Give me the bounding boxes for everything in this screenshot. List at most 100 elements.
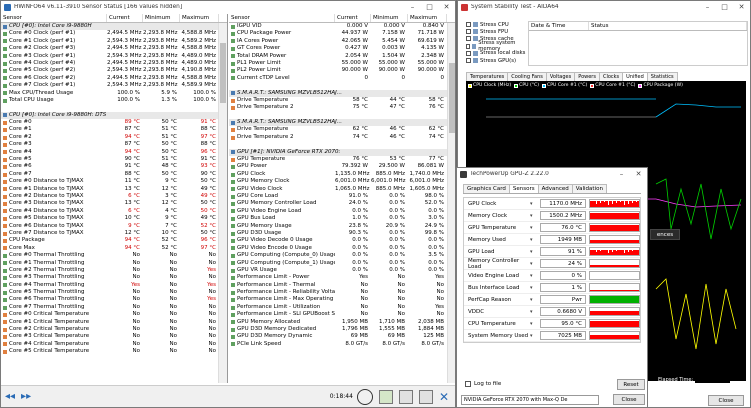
minimize-icon[interactable]: – (404, 3, 421, 11)
sensor-row[interactable]: PL1 Power Limit 55.000 W 55.000 W 55.000 W (229, 60, 455, 67)
dropdown-icon[interactable]: ▾ (530, 333, 540, 339)
gpuz-tab[interactable]: Advanced (537, 184, 573, 193)
gpuz-sensor-row[interactable]: Memory Used ▾ 1949 MB (464, 234, 640, 246)
sensor-row[interactable]: Core #1 Distance to TjMAX 13 °C 12 °C 49 °C (1, 186, 227, 193)
dropdown-icon[interactable]: ▾ (530, 273, 540, 279)
col-minimum-r[interactable]: Minimum (371, 14, 408, 22)
close-x-icon[interactable]: ✕ (439, 390, 449, 404)
sensor-row[interactable]: Performance Limit - Utilization No No Yes (229, 304, 455, 311)
aida-tab[interactable]: Voltages (545, 72, 576, 81)
sensor-row[interactable]: Core #2 94 °C 51 °C 97 °C (1, 134, 227, 141)
sensor-row[interactable]: Core #3 Critical Temperature No No No (1, 333, 227, 340)
sensor-row[interactable]: CPU Package Power 44.937 W 7.158 W 71.718 W (229, 30, 455, 37)
dropdown-icon[interactable]: ▾ (530, 285, 540, 291)
sensor-row[interactable]: Core #5 90 °C 51 °C 91 °C (1, 156, 227, 163)
sensor-row[interactable]: Core #7 Thermal Throttling No No No (1, 304, 227, 311)
sensor-row[interactable]: Core #4 94 °C 50 °C 96 °C (1, 149, 227, 156)
stress-option[interactable]: Stress FPU (466, 28, 526, 35)
legend-item[interactable]: CPU Clock (MHz) (468, 83, 511, 88)
sensor-row[interactable]: Core #6 Clock (perf #2) 2,494.5 MHz 2,293.… (1, 75, 227, 82)
settings-icon[interactable] (418, 389, 433, 404)
sensor-row[interactable]: Core #4 Thermal Throttling Yes No Yes (1, 282, 227, 289)
stress-checkbox[interactable] (466, 58, 471, 64)
legend-item[interactable]: CPU Core #1 (°C) (542, 83, 587, 88)
sensor-row[interactable]: Core #4 Distance to TjMAX 6 °C 4 °C 50 °C (1, 208, 227, 215)
gpuz-sensor-row[interactable]: GPU Clock ▾ 1170.0 MHz (464, 198, 640, 210)
card-select[interactable]: NVIDIA GeForce RTX 2070 with Max-Q De (461, 395, 599, 405)
sensor-group-header[interactable]: CPU [#0]: Intel Core i9-9880H (1, 23, 227, 31)
stress-checkbox[interactable] (466, 43, 471, 49)
gpuz-tab[interactable]: Sensors (508, 184, 539, 193)
sensor-row[interactable]: GPU Video Engine Load 0.0 % 0.0 % 0.0 % (229, 208, 455, 215)
clock-icon[interactable] (356, 388, 373, 405)
stress-option[interactable]: Stress GPU(s) (466, 57, 526, 64)
dropdown-icon[interactable]: ▾ (530, 249, 540, 255)
gpuz-sensor-row[interactable]: System Memory Used ▾ 7025 MB (464, 330, 640, 342)
gpuz-sensor-row[interactable]: Video Engine Load ▾ 0 % (464, 270, 640, 282)
sensor-row[interactable]: Drive Temperature 2 75 °C 47 °C 76 °C (229, 104, 455, 111)
aida-minimize-icon[interactable]: – (699, 3, 716, 11)
sensor-row[interactable]: Performance Limit - Power Yes No Yes (229, 274, 455, 281)
sensor-row[interactable]: Core #0 89 °C 50 °C 91 °C (1, 119, 227, 126)
sensor-group-header[interactable]: CPU [#0]: Intel Core i9-9880H: DTS (1, 111, 227, 120)
gpuz-close-button[interactable]: Close (613, 394, 645, 405)
partial-prefs-button[interactable]: ences (650, 229, 680, 240)
sensor-row[interactable]: Core #2 Thermal Throttling No No Yes (1, 267, 227, 274)
legend-item[interactable]: CPU (°C) (514, 83, 539, 88)
dropdown-icon[interactable]: ▾ (530, 201, 540, 207)
dropdown-icon[interactable]: ▾ (530, 309, 540, 315)
sensor-row[interactable]: GPU Video Decode 0 Usage 0.0 % 0.0 % 0.0 % (229, 237, 455, 244)
gpuz-sensor-row[interactable]: CPU Temperature ▾ 95.0 °C (464, 318, 640, 330)
aida-tab[interactable]: Clocks (598, 72, 624, 81)
aida-titlebar[interactable]: System Stability Test - AIDA64 – □ ✕ (458, 1, 750, 13)
gpuz-reset-button[interactable]: Reset (617, 379, 645, 390)
sensor-row[interactable]: GPU Bus Load 1.0 % 0.0 % 3.0 % (229, 215, 455, 222)
sensor-row[interactable]: Core #5 Clock (perf #2) 2,594.3 MHz 2,293.… (1, 67, 227, 74)
aida-maximize-icon[interactable]: □ (716, 3, 733, 11)
sensor-row[interactable]: GPU D3D Memory Dedicated 1,796 MB 1,555 MB… (229, 326, 455, 333)
export-icon[interactable] (378, 389, 393, 404)
log-checkbox[interactable] (465, 381, 471, 387)
col-current[interactable]: Current (107, 14, 143, 22)
sensor-group-header[interactable]: S.M.A.R.T.: SAMSUNG MZVLB512HAJ... (229, 119, 455, 127)
right-scrollbar[interactable] (447, 23, 455, 383)
sensor-row[interactable]: Core #5 Critical Temperature No No No (1, 348, 227, 355)
sensor-row[interactable]: Core #4 Critical Temperature No No No (1, 341, 227, 348)
sensor-row[interactable]: CPU Package 94 °C 52 °C 96 °C (1, 237, 227, 244)
sensor-row[interactable]: Core #1 Clock (perf #1) 2,594.3 MHz 2,293.… (1, 38, 227, 45)
sensor-row[interactable]: GPU Memory Controller Load 24.0 % 0.0 % 52.… (229, 200, 455, 207)
gpuz-sensor-row[interactable]: Memory Controller Load ▾ 24 % (464, 258, 640, 270)
sensor-row[interactable]: Total DRAM Power 2.054 W 1.504 W 2.348 W (229, 53, 455, 60)
sensor-row[interactable]: Core #3 Thermal Throttling No No No (1, 274, 227, 281)
sensor-row[interactable]: Core #3 Distance to TjMAX 13 °C 12 °C 50 °C (1, 200, 227, 207)
gpuz-sensor-row[interactable]: VDDC ▾ 0.6680 V (464, 306, 640, 318)
aida-tab[interactable]: Cooling Fans (507, 72, 547, 81)
reset-icon[interactable] (398, 389, 413, 404)
aida-close-button[interactable]: Close (708, 395, 744, 406)
sensor-row[interactable]: Performance Limit - SLI GPUBoost Sy... No… (229, 311, 455, 318)
sensor-row[interactable]: GPU Computing (Compute_1) Usage 0.0 % 0.0 … (229, 260, 455, 267)
sensor-row[interactable]: GPU Memory Allocated 1,950 MB 1,710 MB 2,03… (229, 319, 455, 326)
sensor-row[interactable]: Core #7 Clock (perf #1) 2,594.3 MHz 2,293.… (1, 82, 227, 89)
sensor-row[interactable]: GPU Computing (Compute_0) Usage 0.0 % 0.0 … (229, 252, 455, 259)
sensor-row[interactable]: GPU Memory Clock 6,001.0 MHz 6,001.0 MHz 6,… (229, 178, 455, 185)
col-minimum[interactable]: Minimum (143, 14, 180, 22)
dropdown-icon[interactable]: ▾ (530, 261, 540, 267)
col-sensor-r[interactable]: Sensor (229, 14, 335, 22)
sensor-row[interactable]: Core #1 Critical Temperature No No No (1, 319, 227, 326)
gpuz-sensor-row[interactable]: GPU Temperature ▾ 76.0 °C (464, 222, 640, 234)
sensor-row[interactable]: Core #6 91 °C 48 °C 93 °C (1, 163, 227, 170)
aida-tab[interactable]: Temperatures (466, 72, 509, 81)
nav-right-icon[interactable]: ▸▸ (21, 391, 31, 402)
dropdown-icon[interactable]: ▾ (530, 297, 540, 303)
sensor-row[interactable]: Performance Limit - Max Operating V... No… (229, 296, 455, 303)
gpuz-tab[interactable]: Graphics Card (463, 184, 510, 193)
sensor-row[interactable]: GPU Core Load 91.0 % 0.0 % 98.0 % (229, 193, 455, 200)
gpuz-sensor-row[interactable]: Memory Clock ▾ 1500.2 MHz (464, 210, 640, 222)
sensor-row[interactable]: GPU Memory Usage 23.8 % 20.9 % 24.9 % (229, 223, 455, 230)
gpuz-sensor-row[interactable]: GPU Load ▾ 91 % (464, 246, 640, 258)
sensor-row[interactable]: GT Cores Power 0.427 W 0.003 W 4.135 W (229, 45, 455, 52)
stress-option[interactable]: Stress system memory (466, 40, 526, 52)
aida-close-icon[interactable]: ✕ (733, 3, 750, 11)
sensor-row[interactable]: Performance Limit - Thermal No No No (229, 282, 455, 289)
